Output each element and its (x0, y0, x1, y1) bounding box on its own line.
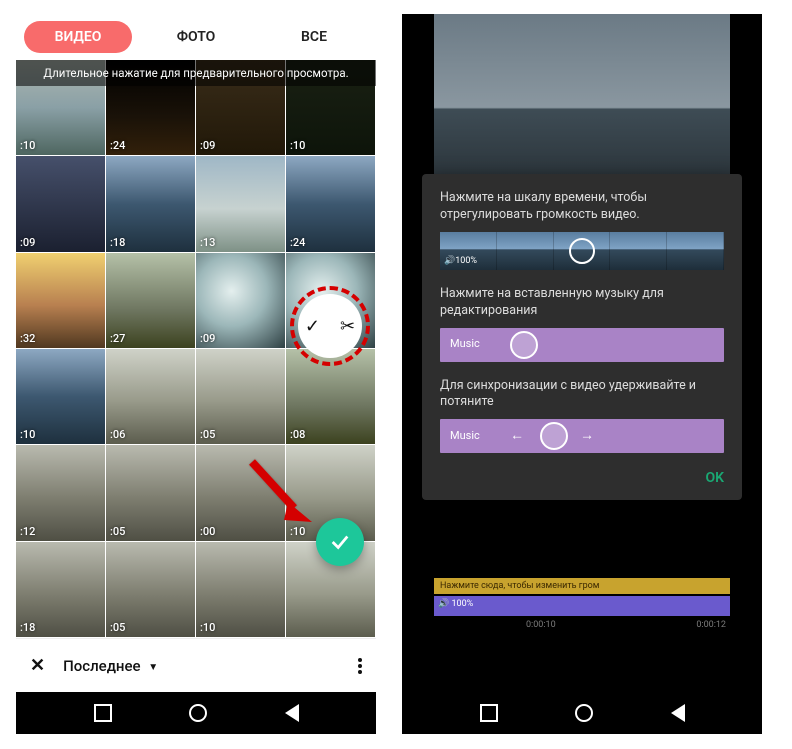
arrow-right-icon: → (580, 427, 594, 446)
video-cell[interactable]: :27 (106, 253, 196, 349)
video-cell[interactable]: :05 (106, 445, 196, 541)
video-cell[interactable]: :24 (286, 156, 376, 252)
video-cell[interactable]: :00 (196, 445, 286, 541)
video-cell-selected[interactable] (286, 253, 376, 349)
phone-left: ВИДЕО ФОТО ВСЕ Длительное нажатие для пр… (16, 14, 376, 734)
dialog-text-1: Нажмите на шкалу времени, чтобы отрегули… (440, 190, 724, 224)
chevron-down-icon: ▼ (148, 662, 158, 673)
video-cell[interactable]: :06 (106, 349, 196, 445)
right-content: Нажмите на шкалу времени, чтобы отрегули… (402, 14, 762, 692)
dialog-ok-button[interactable]: OK (440, 469, 724, 488)
media-grid-wrap: Длительное нажатие для предварительного … (16, 60, 376, 638)
album-picker[interactable]: Последнее ▼ (63, 657, 158, 675)
video-cell[interactable]: :08 (286, 349, 376, 445)
video-cell[interactable]: :18 (16, 542, 106, 638)
android-navbar (402, 692, 762, 734)
nav-back[interactable] (671, 704, 685, 722)
longpress-hint: Длительное нажатие для предварительного … (16, 60, 376, 86)
drag-knob-icon (540, 422, 568, 450)
tab-all[interactable]: ВСЕ (260, 21, 368, 53)
music-track-1[interactable]: Music (440, 328, 724, 362)
nav-home[interactable] (189, 704, 207, 722)
tab-photo[interactable]: ФОТО (142, 21, 250, 53)
video-cell[interactable]: :10 (16, 349, 106, 445)
left-content: ВИДЕО ФОТО ВСЕ Длительное нажатие для пр… (16, 14, 376, 692)
confirm-fab[interactable] (316, 518, 364, 566)
tutorial-dialog: Нажмите на шкалу времени, чтобы отрегули… (422, 174, 742, 500)
nav-overview[interactable] (94, 704, 112, 722)
close-button[interactable]: ✕ (30, 655, 45, 676)
check-icon (329, 531, 351, 553)
nav-overview[interactable] (480, 704, 498, 722)
music-label: Music (450, 429, 480, 444)
phone-right: Нажмите на шкалу времени, чтобы отрегули… (402, 14, 762, 734)
editor-timeline[interactable]: Нажмите сюда, чтобы изменить гром 🔊 100%… (434, 578, 730, 648)
overflow-menu[interactable] (358, 656, 362, 676)
android-navbar (16, 692, 376, 734)
music-label: Music (450, 337, 480, 352)
video-cell[interactable]: :12 (16, 445, 106, 541)
timeline-track[interactable]: 🔊 100% (434, 596, 730, 616)
nav-back[interactable] (285, 704, 299, 722)
timeline-strip[interactable]: 🔊100% (440, 232, 724, 270)
video-cell[interactable]: :10 (196, 542, 286, 638)
video-cell[interactable]: :09 (196, 253, 286, 349)
tab-video[interactable]: ВИДЕО (24, 21, 132, 53)
video-cell[interactable]: :32 (16, 253, 106, 349)
album-label: Последнее (63, 657, 140, 675)
media-tabs: ВИДЕО ФОТО ВСЕ (16, 14, 376, 60)
timeline-hint: Нажмите сюда, чтобы изменить гром (434, 578, 730, 594)
video-cell[interactable]: :05 (106, 542, 196, 638)
volume-label: 🔊100% (444, 255, 477, 267)
video-cell[interactable]: :09 (16, 156, 106, 252)
dialog-text-3: Для синхронизации с видео удерживайте и … (440, 378, 724, 412)
video-cell[interactable]: :05 (196, 349, 286, 445)
music-track-2[interactable]: Music ← → (440, 419, 724, 453)
video-cell[interactable]: :18 (106, 156, 196, 252)
video-cell[interactable]: :13 (196, 156, 286, 252)
timeline-times: 0:00:100:00:12 (434, 620, 730, 630)
nav-home[interactable] (575, 704, 593, 722)
dialog-text-2: Нажмите на вставленную музыку для редакт… (440, 286, 724, 320)
playhead-icon (569, 238, 595, 264)
bottom-bar: ✕ Последнее ▼ (16, 638, 376, 692)
arrow-left-icon: ← (510, 427, 524, 446)
volume-label: 🔊 100% (438, 599, 473, 609)
drag-knob-icon (510, 331, 538, 359)
